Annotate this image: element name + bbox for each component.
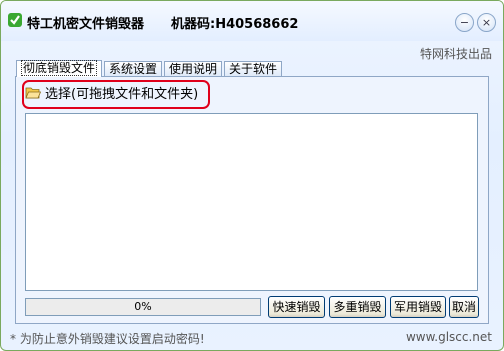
tab-instructions[interactable]: 使用说明	[164, 61, 223, 77]
tab-shred-files[interactable]: 彻底销毁文件	[16, 60, 103, 77]
progress-bar: 0%	[25, 298, 261, 316]
window-title: 特工机密文件销毁器	[27, 17, 145, 32]
tab-system-settings[interactable]: 系统设置	[104, 61, 163, 77]
cancel-button[interactable]: 取消	[449, 296, 479, 318]
machine-code: 机器码:H40568662	[171, 17, 299, 32]
tab-bar: 彻底销毁文件 系统设置 使用说明 关于软件	[16, 60, 283, 77]
select-files-button[interactable]: 选择(可拖拽文件和文件夹)	[22, 80, 210, 109]
title-bar[interactable]: 特工机密文件销毁器 机器码:H40568662 − ×	[1, 1, 503, 41]
shred-panel: 选择(可拖拽文件和文件夹) 0% 快速销毁 多重销毁 军用销毁 取消	[15, 76, 489, 324]
folder-open-icon	[25, 87, 41, 98]
tab-about[interactable]: 关于软件	[224, 61, 283, 77]
tab-label: 彻底销毁文件	[21, 60, 98, 76]
progress-text: 0%	[134, 300, 152, 313]
app-window: 特工机密文件销毁器 机器码:H40568662 − × 特网科技出品 彻底销毁文…	[0, 0, 504, 351]
close-button[interactable]: ×	[477, 13, 496, 32]
fast-shred-button[interactable]: 快速销毁	[268, 296, 325, 318]
select-files-label: 选择(可拖拽文件和文件夹)	[45, 86, 199, 102]
minimize-button[interactable]: −	[455, 13, 474, 32]
minimize-icon: −	[459, 16, 470, 29]
status-tip: * 为防止意外销毁建议设置启动密码!	[10, 332, 205, 346]
tab-label: 使用说明	[169, 62, 218, 76]
file-list[interactable]	[25, 113, 478, 291]
close-icon: ×	[481, 16, 492, 29]
tab-label: 关于软件	[229, 62, 278, 76]
tab-label: 系统设置	[109, 62, 158, 76]
app-logo-icon	[8, 13, 22, 27]
multi-shred-button[interactable]: 多重销毁	[329, 296, 386, 318]
publisher-label: 特网科技出品	[419, 47, 492, 61]
status-bar: * 为防止意外销毁建议设置启动密码! www.glscc.net	[1, 327, 503, 350]
military-shred-button[interactable]: 军用销毁	[390, 296, 446, 318]
website-label: www.glscc.net	[405, 330, 492, 344]
